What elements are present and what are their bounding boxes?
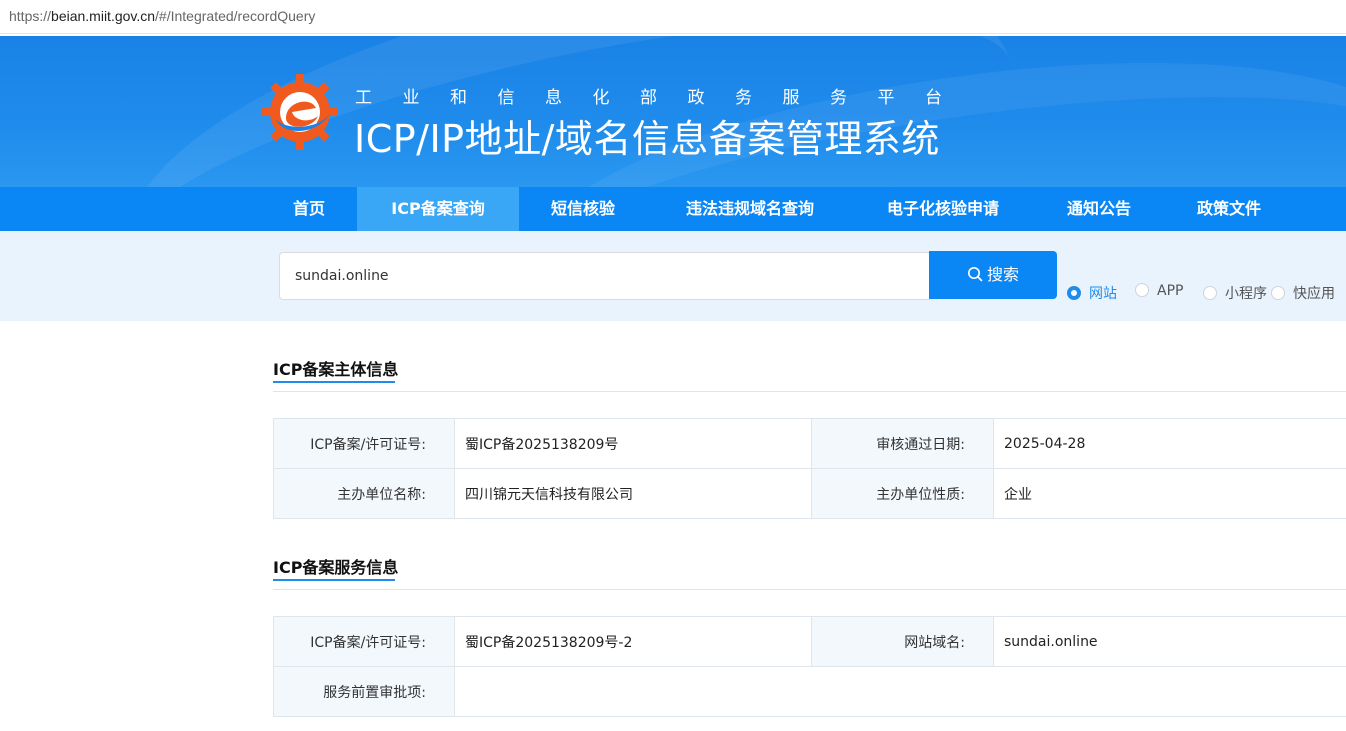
value-organizer-type: 企业 xyxy=(993,468,1346,519)
section-underline xyxy=(273,579,395,581)
banner-subtitle: 工业和信息化部政务服务平台 xyxy=(355,88,973,108)
miit-logo-icon xyxy=(262,74,338,150)
search-button[interactable]: 搜索 xyxy=(929,251,1057,299)
main-nav: 首页 ICP备案查询 短信核验 违法违规域名查询 电子化核验申请 通知公告 政策… xyxy=(0,187,1346,231)
search-button-label: 搜索 xyxy=(986,265,1019,284)
nav-illegal-domain-query[interactable]: 违法违规域名查询 xyxy=(664,187,836,231)
radio-option-app[interactable]: APP xyxy=(1135,283,1183,301)
value-pre-approval xyxy=(454,666,1346,717)
url-prefix: https:// xyxy=(9,8,52,24)
value-organizer-name: 四川锦元天信科技有限公司 xyxy=(454,468,812,519)
subject-info-table: ICP备案/许可证号: 蜀ICP备2025138209号 审核通过日期: 202… xyxy=(273,418,1346,519)
radio-app[interactable] xyxy=(1135,283,1149,297)
label-pre-approval: 服务前置审批项: xyxy=(273,666,455,717)
radio-option-miniprogram[interactable]: 小程序 xyxy=(1203,283,1267,302)
table-row: 服务前置审批项: xyxy=(273,666,1346,717)
label-organizer-name: 主办单位名称: xyxy=(273,468,455,519)
radio-website-label: 网站 xyxy=(1089,286,1117,302)
nav-home[interactable]: 首页 xyxy=(272,187,346,231)
browser-url-bar[interactable]: https://beian.miit.gov.cn/#/Integrated/r… xyxy=(0,0,1346,34)
value-website-domain: sundai.online xyxy=(993,616,1346,667)
label-website-domain: 网站域名: xyxy=(811,616,994,667)
nav-sms-verify[interactable]: 短信核验 xyxy=(536,187,630,231)
service-info-table: ICP备案/许可证号: 蜀ICP备2025138209号-2 网站域名: sun… xyxy=(273,616,1346,717)
radio-miniprogram[interactable] xyxy=(1203,286,1217,300)
radio-option-website[interactable]: 网站 xyxy=(1067,283,1117,302)
section-title-service: ICP备案服务信息 xyxy=(273,558,399,577)
search-input[interactable]: sundai.online xyxy=(279,252,930,300)
value-approval-date: 2025-04-28 xyxy=(993,418,1346,469)
nav-policy-docs[interactable]: 政策文件 xyxy=(1182,187,1276,231)
radio-app-label: APP xyxy=(1157,283,1184,299)
radio-quickapp[interactable] xyxy=(1271,286,1285,300)
search-icon xyxy=(967,267,983,282)
section-divider xyxy=(273,589,1346,590)
label-organizer-type: 主办单位性质: xyxy=(811,468,994,519)
banner-title: ICP/IP地址/域名信息备案管理系统 xyxy=(354,117,940,161)
section-title-subject: ICP备案主体信息 xyxy=(273,360,399,379)
value-service-icp-number: 蜀ICP备2025138209号-2 xyxy=(454,616,812,667)
url-host: beian.miit.gov.cn xyxy=(51,8,156,24)
radio-miniprogram-label: 小程序 xyxy=(1225,286,1267,302)
url-path: /#/Integrated/recordQuery xyxy=(155,8,316,24)
table-row: ICP备案/许可证号: 蜀ICP备2025138209号 审核通过日期: 202… xyxy=(273,418,1346,469)
radio-option-quickapp[interactable]: 快应用 xyxy=(1271,283,1335,302)
nav-icp-query[interactable]: ICP备案查询 xyxy=(357,187,519,231)
label-approval-date: 审核通过日期: xyxy=(811,418,994,469)
nav-notices[interactable]: 通知公告 xyxy=(1052,187,1146,231)
radio-quickapp-label: 快应用 xyxy=(1293,286,1335,302)
label-icp-number: ICP备案/许可证号: xyxy=(273,418,455,469)
table-row: 主办单位名称: 四川锦元天信科技有限公司 主办单位性质: 企业 xyxy=(273,468,1346,519)
label-service-icp-number: ICP备案/许可证号: xyxy=(273,616,455,667)
nav-e-verify-apply[interactable]: 电子化核验申请 xyxy=(866,187,1020,231)
radio-website-selected[interactable] xyxy=(1067,286,1081,300)
section-underline xyxy=(273,381,395,383)
table-row: ICP备案/许可证号: 蜀ICP备2025138209号-2 网站域名: sun… xyxy=(273,616,1346,667)
section-divider xyxy=(273,391,1346,392)
value-icp-number: 蜀ICP备2025138209号 xyxy=(454,418,812,469)
